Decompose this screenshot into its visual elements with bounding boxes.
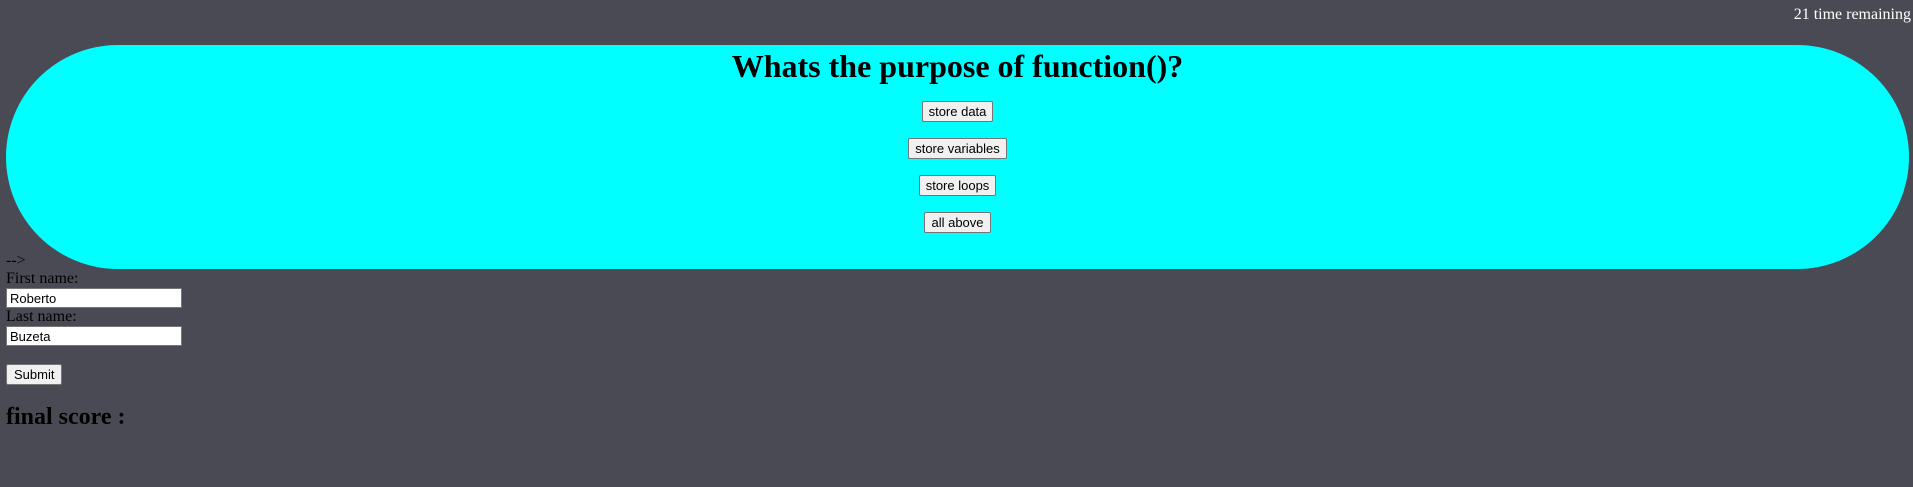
answer-list: store data store variables store loops a… [6,101,1909,249]
final-score-heading: final score : [6,404,126,430]
answer-button-store-variables[interactable]: store variables [908,138,1007,159]
first-name-field[interactable] [6,288,182,308]
time-remaining-text: 21 time remaining [1793,6,1911,23]
answer-button-all-above[interactable]: all above [924,212,991,233]
last-name-label: Last name: [6,308,77,325]
answer-button-store-loops[interactable]: store loops [918,175,997,196]
last-name-field[interactable] [6,326,182,346]
answer-row: store loops [6,175,1909,212]
stray-comment-text: --> [6,252,26,269]
first-name-label: First name: [6,270,79,287]
question-title: Whats the purpose of function()? [731,48,1184,84]
name-form: First name: Last name: Submit final scor… [6,270,182,431]
answer-button-store-data[interactable]: store data [921,101,994,122]
answer-row: store variables [6,138,1909,175]
submit-button[interactable]: Submit [6,364,63,385]
quiz-panel: Whats the purpose of function()? store d… [6,45,1909,269]
answer-row: all above [6,212,1909,249]
answer-row: store data [6,101,1909,138]
